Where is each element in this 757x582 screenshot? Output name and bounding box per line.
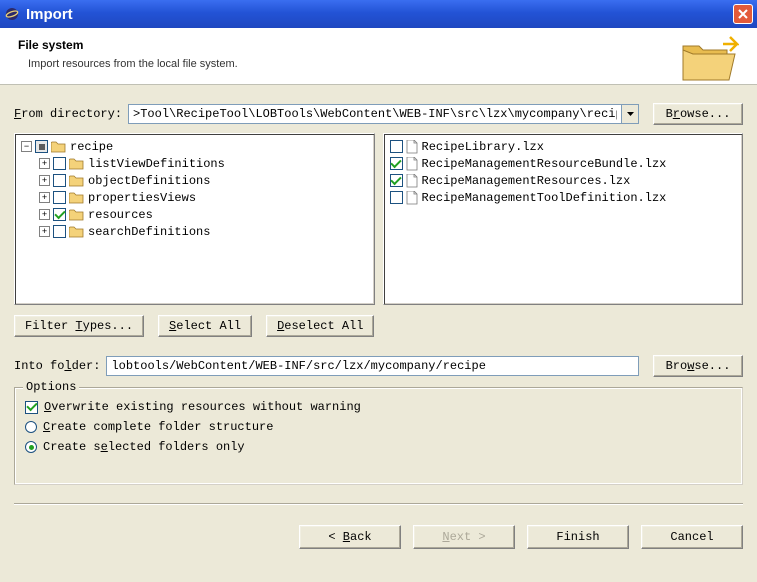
from-directory-dropdown[interactable] <box>622 104 639 124</box>
into-folder-browse-button[interactable]: Browse... <box>653 355 743 377</box>
from-directory-input[interactable] <box>128 104 622 124</box>
folder-icon <box>51 141 66 153</box>
tree-item-checkbox[interactable] <box>53 174 66 187</box>
tree-item-label: objectDefinitions <box>88 174 210 188</box>
file-item-checkbox[interactable] <box>390 174 403 187</box>
tree-item-checkbox[interactable] <box>53 191 66 204</box>
collapse-icon[interactable]: − <box>21 141 32 152</box>
file-item-label: RecipeLibrary.lzx <box>422 140 544 154</box>
selection-buttons: Filter Types... Select All Deselect All <box>14 315 743 337</box>
create-selected-radio[interactable] <box>25 441 37 453</box>
folder-icon <box>69 158 84 170</box>
page-description: Import resources from the local file sys… <box>18 58 739 70</box>
filter-types-button[interactable]: Filter Types... <box>14 315 144 337</box>
file-icon <box>406 174 418 188</box>
wizard-header: File system Import resources from the lo… <box>0 28 757 85</box>
folder-icon <box>69 209 84 221</box>
titlebar: Import <box>0 0 757 28</box>
expand-icon[interactable]: + <box>39 175 50 186</box>
tree-item-label: searchDefinitions <box>88 225 210 239</box>
create-selected-option[interactable]: Create selected folders only <box>25 438 732 456</box>
tree-item-checkbox[interactable] <box>35 140 48 153</box>
chevron-down-icon <box>627 112 634 116</box>
file-item[interactable]: RecipeManagementResources.lzx <box>386 172 741 189</box>
window-title: Import <box>26 6 733 23</box>
cancel-button[interactable]: Cancel <box>641 525 743 549</box>
file-item[interactable]: RecipeManagementToolDefinition.lzx <box>386 189 741 206</box>
expand-icon[interactable]: + <box>39 192 50 203</box>
create-complete-radio[interactable] <box>25 421 37 433</box>
file-list-panel[interactable]: RecipeLibrary.lzx RecipeManagementResourc… <box>383 133 744 305</box>
wizard-footer: < Back Next > Finish Cancel <box>0 525 757 561</box>
tree-item-checkbox[interactable] <box>53 208 66 221</box>
tree-item-checkbox[interactable] <box>53 157 66 170</box>
file-item-checkbox[interactable] <box>390 157 403 170</box>
from-directory-row: From directory: Browse... <box>14 103 743 125</box>
create-complete-label: Create complete folder structure <box>43 420 273 434</box>
file-icon <box>406 157 418 171</box>
expand-icon[interactable]: + <box>39 209 50 220</box>
folder-icon <box>69 226 84 238</box>
tree-item-label: recipe <box>70 140 113 154</box>
expand-icon[interactable]: + <box>39 158 50 169</box>
tree-item[interactable]: + listViewDefinitions <box>17 155 372 172</box>
into-folder-input[interactable] <box>106 356 639 376</box>
file-item-checkbox[interactable] <box>390 140 403 153</box>
file-item[interactable]: RecipeLibrary.lzx <box>386 138 741 155</box>
expand-icon[interactable]: + <box>39 226 50 237</box>
file-item-label: RecipeManagementResources.lzx <box>422 174 631 188</box>
into-folder-label: Into folder: <box>14 359 100 373</box>
select-all-button[interactable]: Select All <box>158 315 252 337</box>
file-item-label: RecipeManagementResourceBundle.lzx <box>422 157 667 171</box>
file-item-checkbox[interactable] <box>390 191 403 204</box>
tree-item[interactable]: + resources <box>17 206 372 223</box>
tree-item[interactable]: + searchDefinitions <box>17 223 372 240</box>
overwrite-label: Overwrite existing resources without war… <box>44 400 361 414</box>
folder-tree-panel[interactable]: − recipe + listViewDefinitions + objectDefini… <box>14 133 375 305</box>
overwrite-checkbox[interactable] <box>25 401 38 414</box>
file-icon <box>406 140 418 154</box>
create-selected-label: Create selected folders only <box>43 440 245 454</box>
folder-icon <box>69 175 84 187</box>
tree-item-label: resources <box>88 208 153 222</box>
tree-item-label: propertiesViews <box>88 191 196 205</box>
page-title: File system <box>18 38 739 52</box>
file-icon <box>406 191 418 205</box>
close-button[interactable] <box>733 4 753 24</box>
tree-item-checkbox[interactable] <box>53 225 66 238</box>
next-button: Next > <box>413 525 515 549</box>
tree-item-label: listViewDefinitions <box>88 157 225 171</box>
divider <box>14 503 743 505</box>
file-item-label: RecipeManagementToolDefinition.lzx <box>422 191 667 205</box>
options-legend: Options <box>23 380 79 394</box>
tree-item[interactable]: + objectDefinitions <box>17 172 372 189</box>
deselect-all-button[interactable]: Deselect All <box>266 315 374 337</box>
close-icon <box>738 9 748 19</box>
from-directory-browse-button[interactable]: Browse... <box>653 103 743 125</box>
back-button[interactable]: < Back <box>299 525 401 549</box>
resource-panels: − recipe + listViewDefinitions + objectDefini… <box>14 133 743 305</box>
overwrite-option[interactable]: Overwrite existing resources without war… <box>25 398 732 416</box>
tree-item[interactable]: + propertiesViews <box>17 189 372 206</box>
into-folder-row: Into folder: Browse... <box>14 355 743 377</box>
wizard-body: From directory: Browse... − recipe + listVi… <box>0 85 757 525</box>
tree-item[interactable]: − recipe <box>17 138 372 155</box>
eclipse-icon <box>4 6 20 22</box>
folder-icon <box>69 192 84 204</box>
import-folder-icon <box>679 36 739 86</box>
from-directory-label: From directory: <box>14 107 122 121</box>
finish-button[interactable]: Finish <box>527 525 629 549</box>
create-complete-option[interactable]: Create complete folder structure <box>25 418 732 436</box>
file-item[interactable]: RecipeManagementResourceBundle.lzx <box>386 155 741 172</box>
options-group: Options Overwrite existing resources wit… <box>14 387 743 485</box>
